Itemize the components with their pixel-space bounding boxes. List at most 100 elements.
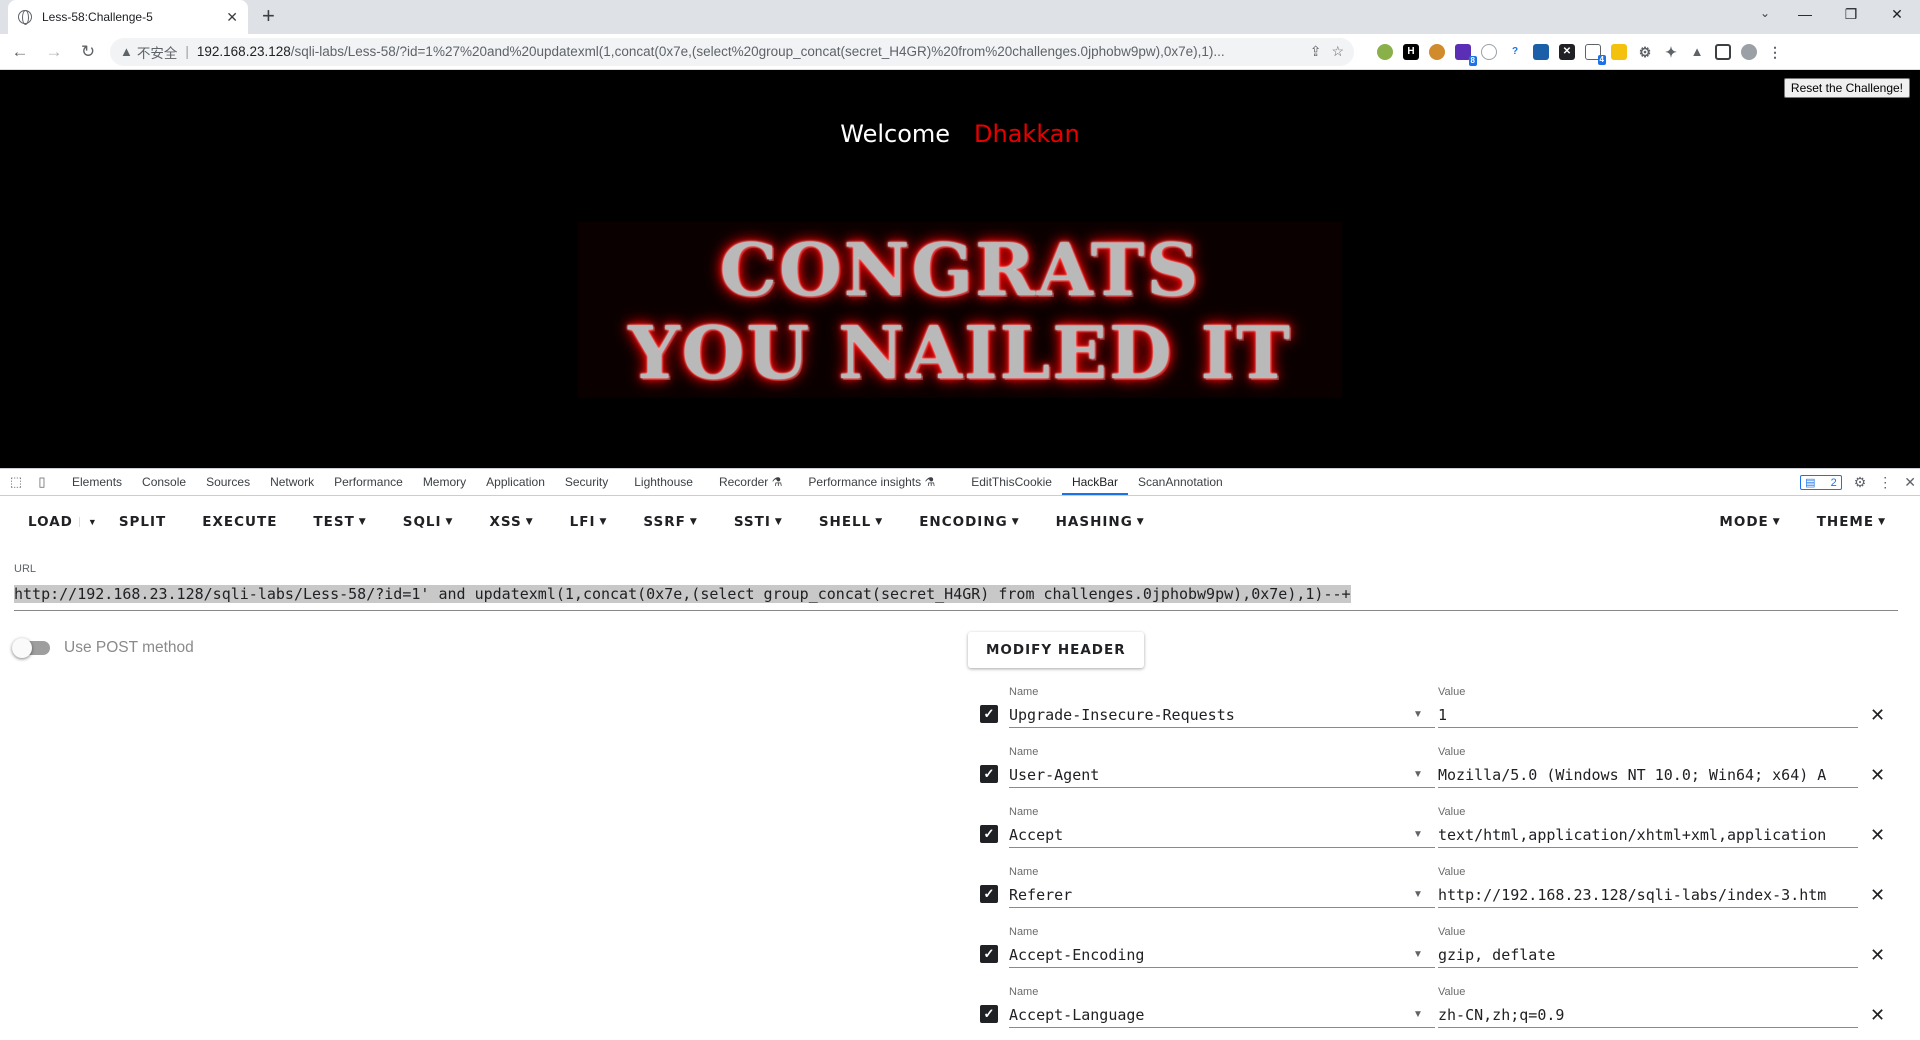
header-name-input[interactable]: User-Agent <box>1009 762 1435 788</box>
share-icon[interactable]: ⇪ <box>1310 43 1322 60</box>
new-tab-button[interactable]: + <box>262 5 275 27</box>
devtools-tab-editthiscookie[interactable]: EditThisCookie <box>961 469 1062 495</box>
devtools-tab-security[interactable]: Security <box>555 469 618 495</box>
header-name-dropdown-icon[interactable]: ▼ <box>1413 822 1423 848</box>
devtools-tab-recorder[interactable]: Recorder ⚗ <box>709 469 792 495</box>
close-window-button[interactable]: ✕ <box>1874 0 1920 30</box>
delete-header-icon[interactable]: ✕ <box>1870 762 1885 788</box>
extension-purple-icon[interactable]: 8 <box>1455 43 1477 66</box>
header-name-dropdown-icon[interactable]: ▼ <box>1413 1002 1423 1028</box>
issues-badge[interactable]: ▤ 2 <box>1800 474 1842 490</box>
header-enabled-checkbox[interactable]: ✓ <box>980 1005 998 1023</box>
header-name-dropdown-icon[interactable]: ▼ <box>1413 762 1423 788</box>
theme-menu-button[interactable]: THEME ▼ <box>1803 514 1900 530</box>
delete-header-icon[interactable]: ✕ <box>1870 942 1885 968</box>
devtools-tab-network[interactable]: Network <box>260 469 324 495</box>
devtools-tab-sources[interactable]: Sources <box>196 469 260 495</box>
test-menu-button[interactable]: TEST ▼ <box>299 514 380 530</box>
header-enabled-checkbox[interactable]: ✓ <box>980 825 998 843</box>
profile-avatar-icon[interactable] <box>1741 43 1757 60</box>
warning-icon[interactable]: ▲ <box>120 44 133 59</box>
back-button[interactable]: ← <box>6 42 34 62</box>
reload-button[interactable]: ↻ <box>74 42 102 62</box>
tab-close-icon[interactable]: ✕ <box>226 9 238 26</box>
load-button[interactable]: LOAD <box>14 514 79 530</box>
header-value-input[interactable]: 1 <box>1438 702 1858 728</box>
delete-header-icon[interactable]: ✕ <box>1870 882 1885 908</box>
header-name-dropdown-icon[interactable]: ▼ <box>1413 702 1423 728</box>
close-devtools-icon[interactable]: ✕ <box>1904 474 1916 491</box>
devtools-tab-memory[interactable]: Memory <box>413 469 476 495</box>
devtools-tab-scanannotation[interactable]: ScanAnnotation <box>1128 469 1233 495</box>
sqli-menu-button[interactable]: SQLI ▼ <box>389 514 468 530</box>
header-value-input[interactable]: text/html,application/xhtml+xml,applicat… <box>1438 822 1858 848</box>
extension-h-icon[interactable]: H <box>1403 43 1419 60</box>
menu-kebab-icon[interactable]: ⋮ <box>1767 43 1783 60</box>
inspect-element-icon[interactable]: ⬚ <box>6 474 26 490</box>
post-switch[interactable] <box>12 638 50 658</box>
shell-menu-button[interactable]: SHELL ▼ <box>805 514 897 530</box>
devtools-tab-performance[interactable]: Performance <box>324 469 413 495</box>
insecure-label[interactable]: 不安全 <box>137 42 178 62</box>
devtools-tab-performance-insights[interactable]: Performance insights ⚗ <box>798 469 945 495</box>
extension-ring-icon[interactable] <box>1481 43 1497 60</box>
header-value-input[interactable]: http://192.168.23.128/sqli-labs/index-3.… <box>1438 882 1858 908</box>
devtools-tab-console[interactable]: Console <box>132 469 196 495</box>
mode-menu-button[interactable]: MODE ▼ <box>1705 514 1794 530</box>
header-name-input[interactable]: Accept-Encoding <box>1009 942 1435 968</box>
header-name-dropdown-icon[interactable]: ▼ <box>1413 882 1423 908</box>
lfi-menu-button[interactable]: LFI ▼ <box>556 514 622 530</box>
extension-grid-icon[interactable]: 4 <box>1585 43 1606 65</box>
minimize-button[interactable]: — <box>1782 0 1828 30</box>
extension-x-icon[interactable]: ✕ <box>1559 43 1575 60</box>
extension-yellow-icon[interactable] <box>1611 43 1627 60</box>
execute-button[interactable]: EXECUTE <box>188 514 291 530</box>
reset-challenge-button[interactable]: Reset the Challenge! <box>1783 78 1910 98</box>
delete-header-icon[interactable]: ✕ <box>1870 702 1885 728</box>
devtools-tab-application[interactable]: Application <box>476 469 555 495</box>
settings-gear-icon[interactable]: ⚙ <box>1854 474 1867 491</box>
bookmark-star-icon[interactable]: ☆ <box>1331 43 1344 60</box>
header-value-input[interactable]: gzip, deflate <box>1438 942 1858 968</box>
ssrf-menu-button[interactable]: SSRF ▼ <box>629 514 711 530</box>
address-bar[interactable]: ▲ 不安全 | 192.168.23.128/sqli-labs/Less-58… <box>110 37 1354 66</box>
delete-header-icon[interactable]: ✕ <box>1870 1002 1885 1028</box>
header-name-input[interactable]: Accept <box>1009 822 1435 848</box>
devtools-menu-icon[interactable]: ⋮ <box>1878 474 1892 491</box>
extension-gear-icon[interactable]: ⚙ <box>1637 43 1653 60</box>
post-method-toggle[interactable]: Use POST method <box>12 638 194 658</box>
header-value-input[interactable]: zh-CN,zh;q=0.9 <box>1438 1002 1858 1028</box>
devtools-tab-hackbar[interactable]: HackBar <box>1061 469 1128 495</box>
extensions-puzzle-icon[interactable]: ✦ <box>1663 43 1679 60</box>
url-input-text[interactable]: http://192.168.23.128/sqli-labs/Less-58/… <box>14 585 1351 603</box>
browser-tab[interactable]: Less-58:Challenge-5 ✕ <box>8 0 248 34</box>
xss-menu-button[interactable]: XSS ▼ <box>475 514 547 530</box>
flask-icon[interactable]: ▲ <box>1689 43 1705 60</box>
device-toolbar-icon[interactable]: ▯ <box>32 474 52 490</box>
restore-button[interactable]: ❐ <box>1828 0 1874 30</box>
address-url[interactable]: 192.168.23.128/sqli-labs/Less-58/?id=1%2… <box>197 44 1300 59</box>
header-value-input[interactable]: Mozilla/5.0 (Windows NT 10.0; Win64; x64… <box>1438 762 1858 788</box>
extension-green-icon[interactable] <box>1377 43 1393 60</box>
header-enabled-checkbox[interactable]: ✓ <box>980 885 998 903</box>
hashing-menu-button[interactable]: HASHING ▼ <box>1042 514 1159 530</box>
modify-header-button[interactable]: MODIFY HEADER <box>968 632 1144 668</box>
header-enabled-checkbox[interactable]: ✓ <box>980 945 998 963</box>
ssti-menu-button[interactable]: SSTI ▼ <box>720 514 797 530</box>
forward-button[interactable]: → <box>40 42 68 62</box>
header-name-input[interactable]: Upgrade-Insecure-Requests <box>1009 702 1435 728</box>
header-name-input[interactable]: Accept-Language <box>1009 1002 1435 1028</box>
url-input[interactable]: http://192.168.23.128/sqli-labs/Less-58/… <box>14 585 1898 611</box>
split-button[interactable]: SPLIT <box>105 514 180 530</box>
header-enabled-checkbox[interactable]: ✓ <box>980 705 998 723</box>
header-enabled-checkbox[interactable]: ✓ <box>980 765 998 783</box>
encoding-menu-button[interactable]: ENCODING ▼ <box>905 514 1033 530</box>
load-dropdown-icon[interactable]: ▼ <box>78 517 105 527</box>
extension-blue-icon[interactable] <box>1533 43 1549 60</box>
devtools-tab-lighthouse[interactable]: Lighthouse <box>624 469 703 495</box>
header-name-input[interactable]: Referer <box>1009 882 1435 908</box>
tab-search-icon[interactable]: ⌄ <box>1760 6 1770 20</box>
header-name-dropdown-icon[interactable]: ▼ <box>1413 942 1423 968</box>
side-panel-icon[interactable] <box>1715 43 1731 60</box>
devtools-tab-elements[interactable]: Elements <box>62 469 132 495</box>
